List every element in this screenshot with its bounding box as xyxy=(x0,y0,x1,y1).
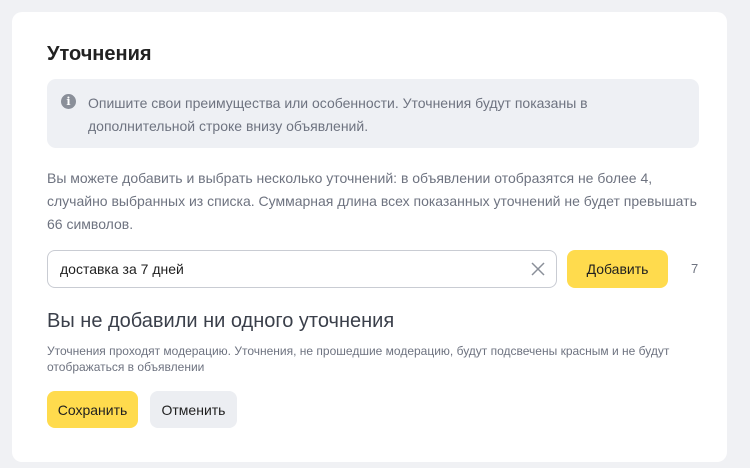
info-icon: i xyxy=(61,94,76,109)
info-text: Опишите свои преимущества или особенност… xyxy=(88,95,588,134)
clarification-input-wrapper xyxy=(47,250,557,288)
add-button[interactable]: Добавить xyxy=(567,250,668,288)
remaining-counter: 7 xyxy=(691,261,699,276)
cancel-button[interactable]: Отменить xyxy=(150,391,237,428)
close-icon xyxy=(531,262,545,276)
clarifications-card: Уточнения i Опишите свои преимущества ил… xyxy=(12,12,727,462)
description-text: Вы можете добавить и выбрать несколько у… xyxy=(47,170,697,232)
empty-state-title: Вы не добавили ни одного уточнения xyxy=(47,310,395,332)
moderation-note: Уточнения проходят модерацию. Уточнения,… xyxy=(47,344,670,374)
save-button[interactable]: Сохранить xyxy=(47,391,138,428)
clear-icon[interactable] xyxy=(530,261,546,277)
section-title: Уточнения xyxy=(47,43,152,65)
clarification-input[interactable] xyxy=(60,251,510,287)
info-box: i Опишите свои преимущества или особенно… xyxy=(47,79,699,148)
